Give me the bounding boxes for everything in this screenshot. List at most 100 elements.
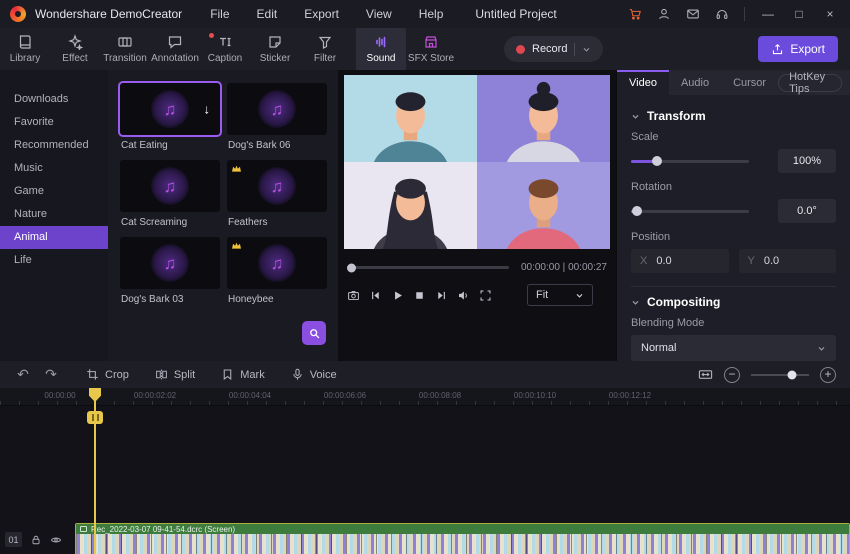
support-headset-icon[interactable] <box>715 7 729 21</box>
blending-mode-dropdown[interactable]: Normal <box>631 335 836 361</box>
sound-item[interactable]: ♫ Cat Screaming <box>120 160 220 228</box>
chevron-down-icon <box>818 346 825 351</box>
menu-export[interactable]: Export <box>304 7 339 21</box>
project-title: Untitled Project <box>475 7 557 21</box>
timeline-ruler[interactable]: 00:00:00 00:00:02:02 00:00:04:04 00:00:0… <box>0 388 850 406</box>
sound-name: Cat Eating <box>121 140 168 151</box>
menu-edit[interactable]: Edit <box>257 7 278 21</box>
rotation-slider[interactable] <box>631 206 749 216</box>
sound-thumbnail[interactable]: ♫ ↓ <box>120 83 220 135</box>
sound-thumbnail[interactable]: ♫ <box>227 160 327 212</box>
voice-button[interactable]: Voice <box>291 368 337 381</box>
tab-transition[interactable]: Transition <box>100 28 150 70</box>
sound-name: Cat Screaming <box>121 217 188 228</box>
sidebar-item-life[interactable]: Life <box>0 249 108 272</box>
scale-value[interactable]: 100% <box>778 149 836 173</box>
timeline-clip[interactable]: Rec_2022-03-07 09-41-54.dcrc (Screen) <box>75 523 850 554</box>
sound-item[interactable]: ♫ Feathers <box>227 160 327 228</box>
menu-help[interactable]: Help <box>419 7 444 21</box>
preview-video[interactable] <box>344 75 610 249</box>
redo-button[interactable]: ↷ <box>42 366 60 383</box>
maximize-button[interactable]: □ <box>791 6 807 22</box>
tab-cursor[interactable]: Cursor <box>721 70 778 95</box>
tab-audio[interactable]: Audio <box>669 70 721 95</box>
total-duration: 00:00:27 <box>568 262 607 273</box>
clip-filmstrip[interactable] <box>76 534 849 554</box>
tab-effect[interactable]: Effect <box>50 28 100 70</box>
tab-sfx-store[interactable]: SFX Store <box>406 28 456 70</box>
seek-bar[interactable] <box>347 263 509 272</box>
fullscreen-icon[interactable] <box>479 289 492 302</box>
download-icon[interactable]: ↓ <box>204 102 211 117</box>
cart-icon[interactable] <box>628 7 642 21</box>
mark-button[interactable]: Mark <box>221 368 265 381</box>
sidebar-item-favorite[interactable]: Favorite <box>0 111 108 134</box>
sidebar-item-game[interactable]: Game <box>0 180 108 203</box>
position-x-field[interactable]: X 0.0 <box>631 249 729 273</box>
sound-thumbnail[interactable]: ♫ <box>227 237 327 289</box>
sidebar-item-nature[interactable]: Nature <box>0 203 108 226</box>
previous-frame-icon[interactable] <box>369 289 382 302</box>
zoom-in-button[interactable]: + <box>820 366 836 383</box>
tab-caption[interactable]: Caption <box>200 28 250 70</box>
note-glow: ♫ <box>151 167 189 205</box>
play-icon[interactable] <box>391 289 404 302</box>
playhead-grip[interactable] <box>87 411 103 424</box>
fit-timeline-icon[interactable] <box>698 367 713 382</box>
timeline-zoom-slider[interactable] <box>751 370 809 379</box>
rotation-value[interactable]: 0.0° <box>778 199 836 223</box>
minimize-button[interactable]: — <box>760 6 776 22</box>
ruler-mark: 00:00:02:02 <box>133 391 177 400</box>
tab-filter[interactable]: Filter <box>300 28 350 70</box>
export-button[interactable]: Export <box>758 36 838 62</box>
transform-section-header[interactable]: Transform <box>631 109 836 123</box>
record-dot-icon <box>516 44 525 54</box>
tab-annotation[interactable]: Annotation <box>150 28 200 70</box>
sidebar-item-music[interactable]: Music <box>0 157 108 180</box>
sidebar-item-animal[interactable]: Animal <box>0 226 108 249</box>
app-logo-icon <box>10 6 26 22</box>
zoom-fit-dropdown[interactable]: Fit <box>527 284 593 306</box>
account-icon[interactable] <box>657 7 671 21</box>
menu-view[interactable]: View <box>366 7 392 21</box>
position-y-field[interactable]: Y 0.0 <box>738 249 836 273</box>
tab-hotkey-tips[interactable]: HotKey Tips <box>778 71 842 95</box>
close-button[interactable]: × <box>822 6 838 22</box>
sound-item[interactable]: ♫ Honeybee <box>227 237 327 305</box>
seek-handle[interactable] <box>347 263 356 272</box>
slider-knob[interactable] <box>652 156 662 166</box>
snapshot-camera-icon[interactable] <box>347 289 360 302</box>
slider-knob[interactable] <box>632 206 642 216</box>
zoom-out-button[interactable]: − <box>724 366 740 383</box>
tab-library[interactable]: Library <box>0 28 50 70</box>
mail-icon[interactable] <box>686 7 700 21</box>
sound-item[interactable]: ♫ ↓ Cat Eating <box>120 83 220 151</box>
sound-item[interactable]: ♫ Dog's Bark 06 <box>227 83 327 151</box>
undo-button[interactable]: ↶ <box>14 366 32 383</box>
sidebar-item-recommended[interactable]: Recommended <box>0 134 108 157</box>
eye-icon[interactable] <box>50 534 62 546</box>
properties-body: Transform Scale 100% Rotation 0.0° Posit… <box>617 95 850 361</box>
note-glow: ♫ <box>151 90 189 128</box>
stop-icon[interactable] <box>413 289 426 302</box>
split-button[interactable]: Split <box>155 368 195 381</box>
next-frame-icon[interactable] <box>435 289 448 302</box>
crop-button[interactable]: Crop <box>86 368 129 381</box>
sound-thumbnail[interactable]: ♫ <box>120 237 220 289</box>
chevron-down-icon[interactable] <box>582 45 591 54</box>
tab-sound[interactable]: Sound <box>356 28 406 70</box>
sound-thumbnail[interactable]: ♫ <box>227 83 327 135</box>
sound-thumbnail[interactable]: ♫ <box>120 160 220 212</box>
sound-item[interactable]: ♫ Dog's Bark 03 <box>120 237 220 305</box>
menu-file[interactable]: File <box>210 7 229 21</box>
scale-slider[interactable] <box>631 156 749 166</box>
record-button[interactable]: Record <box>504 36 604 62</box>
sidebar-item-downloads[interactable]: Downloads <box>0 88 108 111</box>
search-button[interactable] <box>302 321 326 345</box>
volume-icon[interactable] <box>457 289 470 302</box>
lock-icon[interactable] <box>30 534 42 546</box>
tab-video[interactable]: Video <box>617 70 669 95</box>
compositing-section-header[interactable]: Compositing <box>631 295 836 309</box>
tab-sticker[interactable]: Sticker <box>250 28 300 70</box>
zoom-slider-knob[interactable] <box>787 370 797 379</box>
